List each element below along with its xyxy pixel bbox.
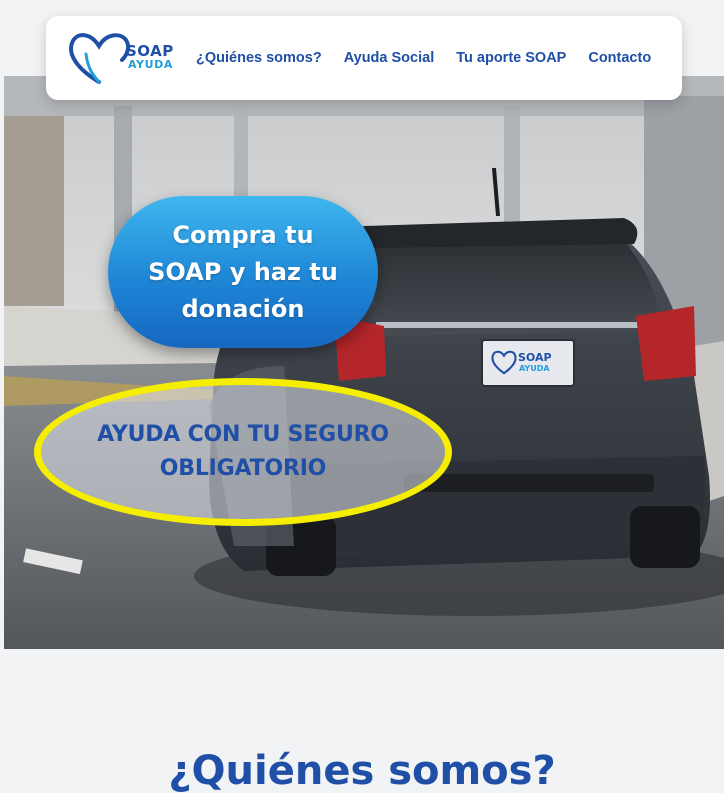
hero-banner: SOAP AYUDA (4, 76, 724, 649)
page: SOAP AYUDA SOAP AYUDA ¿Quiénes somos? Ay… (0, 0, 724, 793)
nav-link-quienes-somos[interactable]: ¿Quiénes somos? (196, 50, 322, 66)
heart-logo-icon (69, 33, 130, 84)
nav-menu: ¿Quiénes somos? Ayuda Social Tu aporte S… (196, 16, 673, 100)
insurance-highlight-badge: AYUDA CON TU SEGURO OBLIGATORIO (34, 378, 452, 526)
cta-buy-soap-button[interactable]: Compra tu SOAP y haz tu donación (108, 196, 378, 348)
nav-link-tu-aporte-soap[interactable]: Tu aporte SOAP (456, 50, 566, 66)
nav-link-ayuda-social[interactable]: Ayuda Social (344, 50, 435, 66)
section-title: ¿Quiénes somos? (168, 748, 556, 793)
soap-ayuda-logo[interactable]: SOAP AYUDA (68, 30, 178, 86)
plate-text-soap: SOAP (518, 351, 552, 364)
nav-link-contacto[interactable]: Contacto (588, 50, 651, 66)
heart-icon (491, 350, 517, 375)
plate-text-ayuda: AYUDA (519, 364, 550, 373)
badge-text: AYUDA CON TU SEGURO OBLIGATORIO (97, 422, 389, 481)
license-plate-logo: SOAP AYUDA (488, 346, 568, 382)
logo-text-ayuda: AYUDA (128, 58, 174, 71)
top-navigation-bar: SOAP AYUDA ¿Quiénes somos? Ayuda Social … (46, 16, 682, 100)
hero-car-photo (4, 76, 724, 649)
cta-button-label: Compra tu SOAP y haz tu donación (148, 220, 338, 323)
